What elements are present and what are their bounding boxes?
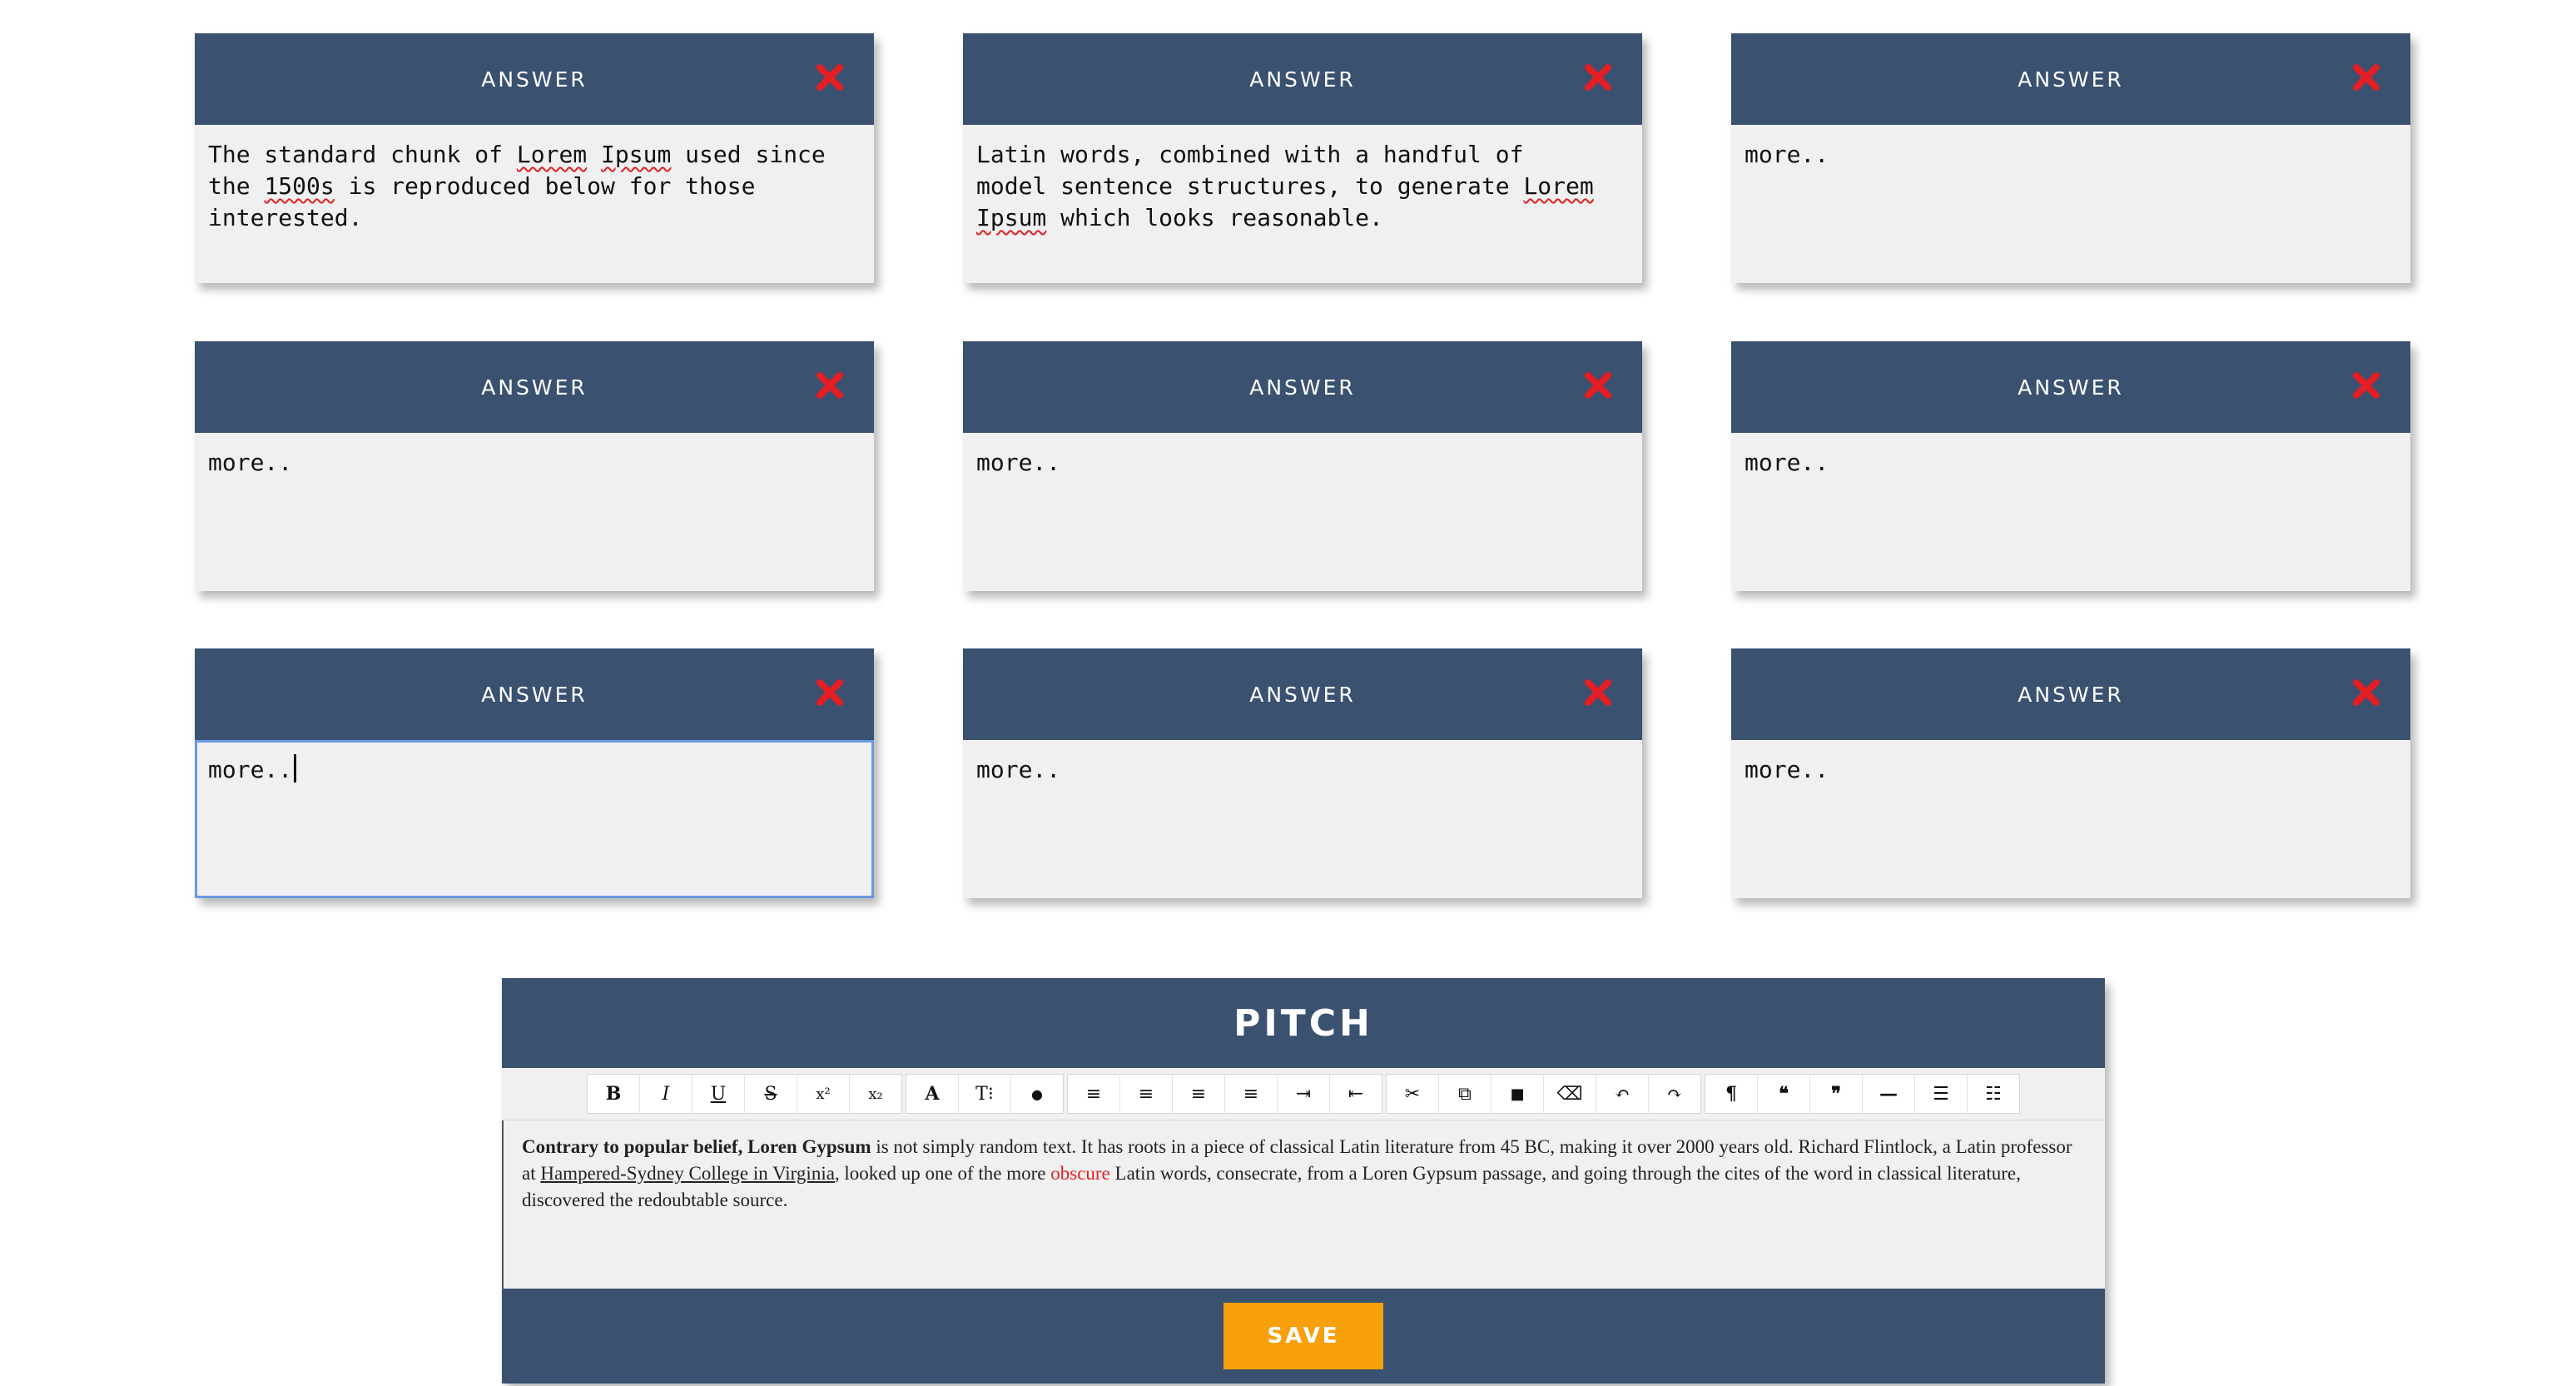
paragraph-icon[interactable]: ¶ bbox=[1705, 1075, 1758, 1113]
card-header: ANSWER bbox=[195, 648, 874, 740]
pitch-header: PITCH bbox=[502, 978, 2105, 1068]
align-left-icon[interactable]: ≡ bbox=[1068, 1075, 1120, 1113]
answer-card: ANSWER more.. bbox=[963, 341, 1642, 591]
cut-icon[interactable]: ✂ bbox=[1387, 1075, 1439, 1113]
font-color-icon[interactable]: A bbox=[906, 1075, 959, 1113]
close-icon[interactable] bbox=[816, 63, 844, 92]
card-header: ANSWER bbox=[963, 341, 1642, 433]
answer-text[interactable]: Latin words, combined with a handful of … bbox=[963, 125, 1642, 283]
text-size-icon[interactable]: T⁝ bbox=[959, 1075, 1011, 1113]
pitch-panel: PITCH B I U S x² x₂ A T⁝ ● ≡ ≡ ≡ ≡ ⇥ ⇤ ✂… bbox=[502, 978, 2105, 1384]
close-icon[interactable] bbox=[816, 678, 844, 707]
close-icon[interactable] bbox=[1584, 63, 1612, 92]
bold-icon[interactable]: B bbox=[588, 1075, 640, 1113]
answer-card: ANSWER more.. bbox=[1731, 648, 2410, 898]
toolbar-group-align: ≡ ≡ ≡ ≡ ⇥ ⇤ bbox=[1067, 1074, 1382, 1114]
pitch-link[interactable]: Hampered-Sydney College in Virginia bbox=[540, 1163, 835, 1184]
card-title: ANSWER bbox=[481, 682, 588, 707]
answer-text[interactable]: more.. bbox=[195, 433, 874, 591]
close-icon[interactable] bbox=[2352, 63, 2380, 92]
card-title: ANSWER bbox=[1249, 682, 1356, 707]
close-icon[interactable] bbox=[1584, 371, 1612, 400]
toolbar-group-font: A T⁝ ● bbox=[906, 1074, 1064, 1114]
redo-icon[interactable]: ↷ bbox=[1649, 1075, 1700, 1113]
card-title: ANSWER bbox=[481, 67, 588, 92]
close-icon[interactable] bbox=[2352, 371, 2380, 400]
indent-icon[interactable]: ⇥ bbox=[1278, 1075, 1330, 1113]
pitch-text[interactable]: Contrary to popular belief, Loren Gypsum… bbox=[502, 1120, 2105, 1289]
card-header: ANSWER bbox=[1731, 648, 2410, 740]
pitch-title: PITCH bbox=[1233, 1001, 1373, 1045]
card-header: ANSWER bbox=[963, 648, 1642, 740]
card-title: ANSWER bbox=[481, 375, 588, 400]
delete-icon[interactable]: ■ bbox=[1491, 1075, 1544, 1113]
card-header: ANSWER bbox=[1731, 33, 2410, 125]
toolbar-group-block: ¶ ❝ ❞ — ☰ ☷ bbox=[1705, 1074, 2020, 1114]
strikethrough-icon[interactable]: S bbox=[745, 1075, 797, 1113]
undo-icon[interactable]: ↶ bbox=[1596, 1075, 1649, 1113]
align-center-icon[interactable]: ≡ bbox=[1120, 1075, 1173, 1113]
card-title: ANSWER bbox=[2018, 682, 2124, 707]
highlight-icon[interactable]: ● bbox=[1011, 1075, 1063, 1113]
card-header: ANSWER bbox=[963, 33, 1642, 125]
close-icon[interactable] bbox=[2352, 678, 2380, 707]
card-header: ANSWER bbox=[195, 33, 874, 125]
answer-text[interactable]: more.. bbox=[1731, 433, 2410, 591]
answer-text[interactable]: more.. bbox=[1731, 125, 2410, 283]
answer-card: ANSWER more.. bbox=[1731, 33, 2410, 283]
answer-card: ANSWER The standard chunk of Lorem Ipsum… bbox=[195, 33, 874, 283]
pitch-footer: SAVE bbox=[502, 1289, 2105, 1384]
superscript-icon[interactable]: x² bbox=[797, 1075, 850, 1113]
horizontal-rule-icon[interactable]: — bbox=[1863, 1075, 1915, 1113]
underline-icon[interactable]: U bbox=[692, 1075, 745, 1113]
card-header: ANSWER bbox=[1731, 341, 2410, 433]
outdent-icon[interactable]: ⇤ bbox=[1330, 1075, 1382, 1113]
card-title: ANSWER bbox=[2018, 67, 2124, 92]
toolbar-group-format: B I U S x² x₂ bbox=[587, 1074, 902, 1114]
answer-card: ANSWER more.. bbox=[195, 648, 874, 898]
answer-card: ANSWER more.. bbox=[1731, 341, 2410, 591]
justify-icon[interactable]: ≡ bbox=[1225, 1075, 1278, 1113]
answer-text[interactable]: more.. bbox=[1731, 740, 2410, 898]
bullet-list-icon[interactable]: ☰ bbox=[1915, 1075, 1968, 1113]
save-button[interactable]: SAVE bbox=[1223, 1303, 1383, 1369]
card-title: ANSWER bbox=[1249, 67, 1356, 92]
answer-text[interactable]: The standard chunk of Lorem Ipsum used s… bbox=[195, 125, 874, 283]
answer-card: ANSWER more.. bbox=[195, 341, 874, 591]
quote-open-icon[interactable]: ❝ bbox=[1758, 1075, 1810, 1113]
quote-close-icon[interactable]: ❞ bbox=[1810, 1075, 1863, 1113]
close-icon[interactable] bbox=[816, 371, 844, 400]
answer-text[interactable]: more.. bbox=[963, 433, 1642, 591]
numbered-list-icon[interactable]: ☷ bbox=[1968, 1075, 2019, 1113]
copy-icon[interactable]: ⧉ bbox=[1439, 1075, 1491, 1113]
subscript-icon[interactable]: x₂ bbox=[850, 1075, 901, 1113]
italic-icon[interactable]: I bbox=[640, 1075, 692, 1113]
card-title: ANSWER bbox=[2018, 375, 2124, 400]
answer-text[interactable]: more.. bbox=[195, 740, 874, 898]
align-right-icon[interactable]: ≡ bbox=[1173, 1075, 1225, 1113]
eraser-icon[interactable]: ⌫ bbox=[1544, 1075, 1596, 1113]
card-title: ANSWER bbox=[1249, 375, 1356, 400]
card-header: ANSWER bbox=[195, 341, 874, 433]
answer-text[interactable]: more.. bbox=[963, 740, 1642, 898]
editor-toolbar: B I U S x² x₂ A T⁝ ● ≡ ≡ ≡ ≡ ⇥ ⇤ ✂ ⧉ ■ ⌫… bbox=[502, 1068, 2105, 1120]
text-cursor bbox=[294, 754, 297, 782]
close-icon[interactable] bbox=[1584, 678, 1612, 707]
answer-card: ANSWER more.. bbox=[963, 648, 1642, 898]
answer-card: ANSWER Latin words, combined with a hand… bbox=[963, 33, 1642, 283]
toolbar-group-edit: ✂ ⧉ ■ ⌫ ↶ ↷ bbox=[1386, 1074, 1701, 1114]
